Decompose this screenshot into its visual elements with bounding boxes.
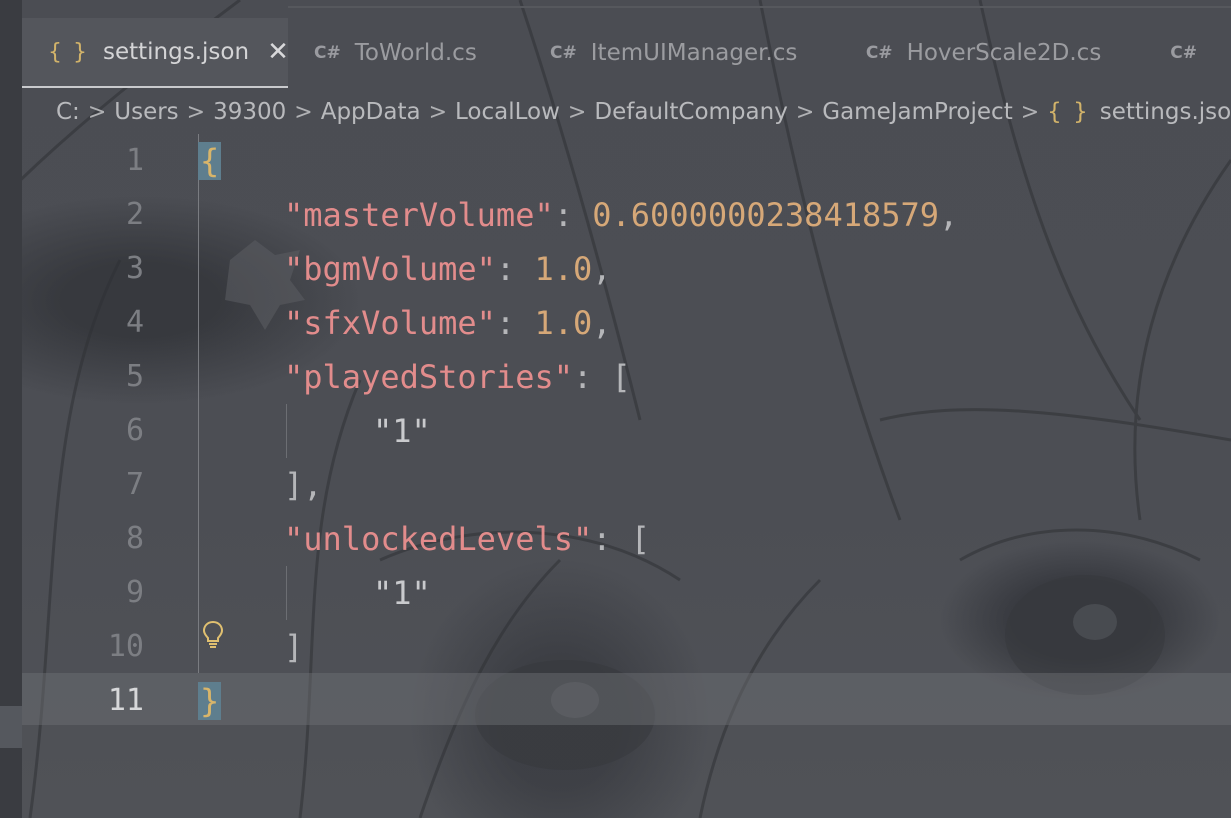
tab-label: HoverScale2D.cs <box>906 40 1102 66</box>
line-number: 7 <box>125 467 144 502</box>
open-bracket: [ <box>630 520 651 558</box>
colon: : <box>572 358 612 396</box>
tabbar-top-border <box>288 6 1231 8</box>
json-key: "playedStories" <box>284 358 573 396</box>
json-string: "1" <box>373 412 431 450</box>
breadcrumb-item-file[interactable]: settings.json <box>1100 99 1231 125</box>
json-key: "unlockedLevels" <box>284 520 593 558</box>
close-bracket: ], <box>284 466 323 504</box>
comma: , <box>592 250 612 288</box>
close-icon[interactable]: ✕ <box>267 37 289 67</box>
colon: : <box>495 250 535 288</box>
braces-icon: { } <box>48 39 89 65</box>
code-line-6: "1" <box>373 404 431 458</box>
indent-guide <box>198 134 199 673</box>
lightbulb-icon[interactable] <box>200 619 226 649</box>
line-number-current: 11 <box>107 683 144 718</box>
code-editor[interactable]: 1 2 3 4 5 6 7 8 9 10 11 { "masterVolume"… <box>22 134 1231 818</box>
tab-bar: { } settings.json ✕ C# ToWorld.cs C# Ite… <box>22 18 1231 88</box>
code-line-11: } <box>198 674 222 728</box>
tab-label: ItemUIManager.cs <box>590 40 798 66</box>
line-number: 1 <box>125 143 144 178</box>
tab-settings-json[interactable]: { } settings.json ✕ <box>22 18 289 88</box>
colon: : <box>553 196 593 234</box>
code-line-7: ], <box>284 458 323 512</box>
code-line-4: "sfxVolume": 1.0, <box>284 296 612 350</box>
chevron-right-icon: > <box>1020 99 1040 125</box>
code-line-5: "playedStories": [ <box>284 350 631 404</box>
csharp-icon: C# <box>1170 43 1197 63</box>
chevron-right-icon: > <box>186 99 206 125</box>
breadcrumb-item-user[interactable]: 39300 <box>213 99 286 125</box>
indent-guide <box>286 404 287 458</box>
breadcrumb-item-drive[interactable]: C: <box>56 99 80 125</box>
breadcrumb-item-users[interactable]: Users <box>114 99 178 125</box>
json-number: 1.0 <box>534 250 593 288</box>
json-number: 0.6000000238418579 <box>592 196 940 234</box>
json-key: "sfxVolume" <box>284 304 496 342</box>
chevron-right-icon: > <box>87 99 107 125</box>
close-brace: } <box>198 682 222 720</box>
csharp-icon: C# <box>865 43 893 63</box>
colon: : <box>592 520 631 558</box>
line-number: 3 <box>125 251 144 286</box>
tab-overflow-cs[interactable]: C# <box>1144 18 1231 88</box>
breadcrumb-item-locallow[interactable]: LocalLow <box>455 99 560 125</box>
line-number: 2 <box>125 197 144 232</box>
code-line-9: "1" <box>373 566 431 620</box>
csharp-icon: C# <box>314 43 341 63</box>
tab-label: settings.json <box>103 39 250 65</box>
line-number: 10 <box>107 629 144 664</box>
comma: , <box>939 196 959 234</box>
json-number: 1.0 <box>534 304 593 342</box>
json-key: "bgmVolume" <box>284 250 496 288</box>
breadcrumb-item-defaultcompany[interactable]: DefaultCompany <box>594 99 787 125</box>
line-number: 8 <box>125 521 144 556</box>
csharp-icon: C# <box>550 43 577 63</box>
braces-icon: { } <box>1047 99 1090 125</box>
tab-itemuimanager-cs[interactable]: C# ItemUIManager.cs <box>524 18 840 88</box>
activity-bar-active-indicator <box>0 706 22 748</box>
open-bracket: [ <box>611 358 631 396</box>
code-line-10: ] <box>284 620 303 674</box>
breadcrumb-item-gamejamproject[interactable]: GameJamProject <box>822 99 1012 125</box>
chevron-right-icon: > <box>428 99 448 125</box>
breadcrumb: C: > Users > 39300 > AppData > LocalLow … <box>56 94 1231 130</box>
activity-bar <box>0 0 22 818</box>
tab-toworld-cs[interactable]: C# ToWorld.cs <box>288 18 524 88</box>
breadcrumb-item-appdata[interactable]: AppData <box>321 99 421 125</box>
chevron-right-icon: > <box>795 99 815 125</box>
json-string: "1" <box>373 574 431 612</box>
code-line-1: { <box>198 134 222 188</box>
colon: : <box>495 304 535 342</box>
chevron-right-icon: > <box>567 99 587 125</box>
tab-label: ToWorld.cs <box>354 40 477 66</box>
line-number: 5 <box>125 359 144 394</box>
code-line-8: "unlockedLevels": [ <box>284 512 650 566</box>
line-number: 9 <box>125 575 144 610</box>
line-number: 4 <box>125 305 144 340</box>
close-bracket: ] <box>284 628 304 666</box>
indent-guide <box>286 566 287 620</box>
code-line-3: "bgmVolume": 1.0, <box>284 242 612 296</box>
comma: , <box>592 304 612 342</box>
chevron-right-icon: > <box>294 99 313 125</box>
tab-hoverscale2d-cs[interactable]: C# HoverScale2D.cs <box>840 18 1144 88</box>
open-brace: { <box>198 142 222 180</box>
code-line-2: "masterVolume": 0.6000000238418579, <box>284 188 958 242</box>
editor-window: { } settings.json ✕ C# ToWorld.cs C# Ite… <box>0 0 1231 818</box>
line-number: 6 <box>125 413 144 448</box>
json-key: "masterVolume" <box>284 196 554 234</box>
